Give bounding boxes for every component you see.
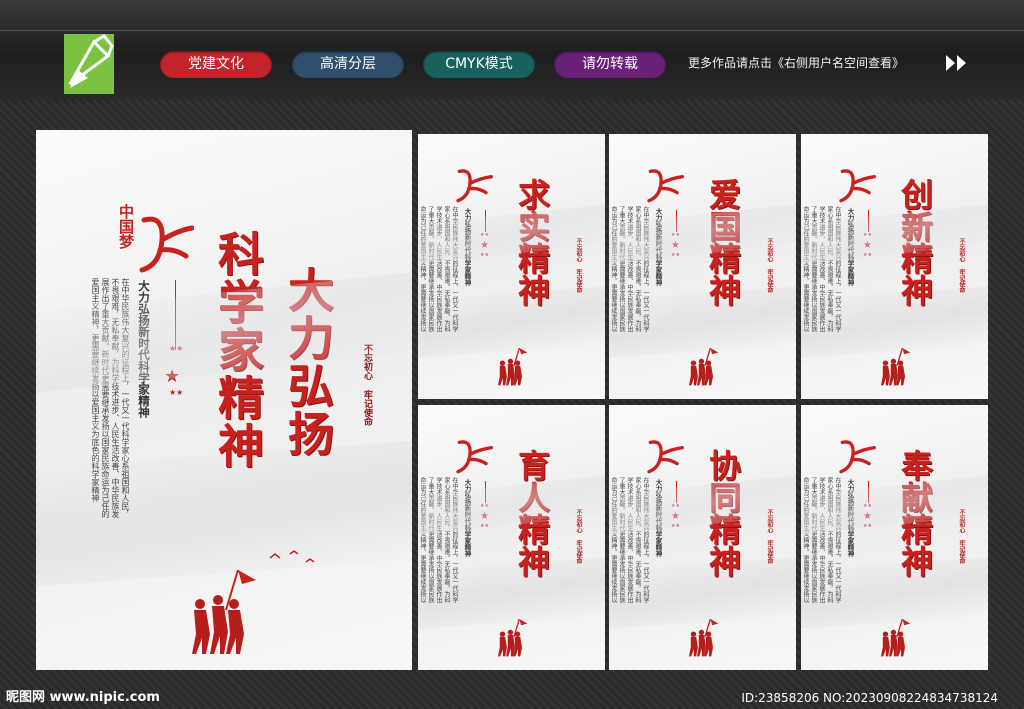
panel-title: 求实精神 <box>513 178 551 306</box>
panel-motto: 不忘初心 牢记使命 <box>766 509 773 564</box>
divider-line <box>175 280 176 350</box>
china-dream-logo-icon <box>839 169 876 203</box>
top-banner: 党建文化 高清分层 CMYK模式 请勿转载 更多作品请点击《右侧用户名空间查看》 <box>0 0 1024 100</box>
star-icon: ★★ <box>863 523 872 529</box>
main-title-line1: 大力弘扬 <box>281 266 335 458</box>
birds-icon <box>269 550 315 563</box>
tag-no-repost[interactable]: 请勿转载 <box>554 51 666 78</box>
panel-body-text: 在中华民族伟大复兴的征程上，一代又一代科学家心系祖国和人民，不畏艰难，无私奉献，… <box>610 206 649 332</box>
star-icon: ★★ <box>671 523 680 529</box>
big-star-icon: ★ <box>164 366 181 387</box>
banner-divider <box>0 30 1024 31</box>
big-star-icon: ★ <box>863 240 872 251</box>
pen-logo-icon <box>64 34 114 94</box>
divider-line <box>676 210 677 232</box>
tag-party-culture[interactable]: 党建文化 <box>160 51 272 78</box>
main-motto: 不忘初心 牢记使命 <box>362 344 372 426</box>
china-dream-logo-icon <box>647 169 684 203</box>
star-icon: ★★ <box>863 503 872 509</box>
panel-motto: 不忘初心 牢记使命 <box>958 238 965 293</box>
divider-line <box>868 481 869 503</box>
big-star-icon: ★ <box>671 240 680 251</box>
panel-body-text: 在中华民族伟大复兴的征程上，一代又一代科学家心系祖国和人民，不畏艰难，无私奉献，… <box>610 477 649 603</box>
big-star-icon: ★ <box>671 511 680 522</box>
more-works-note[interactable]: 更多作品请点击《右侧用户名空间查看》 <box>688 54 904 71</box>
china-dream-logo-icon <box>139 216 194 273</box>
star-icon: ★★ <box>480 523 489 529</box>
china-dream-logo-icon <box>456 440 493 474</box>
panel-title: 协同精神 <box>704 449 742 577</box>
star-icon: ★★ <box>480 252 489 258</box>
main-title-line2: 科学家精神 <box>211 230 265 470</box>
star-icon: ★★ <box>863 232 872 238</box>
panel-subtitle: 大力弘扬新时代科学家精神 <box>463 208 471 286</box>
divider-line <box>485 210 486 232</box>
marching-figures-icon <box>689 619 719 657</box>
poster-panel: 在中华民族伟大复兴的征程上，一代又一代科学家心系祖国和人民，不畏艰难，无私奉献，… <box>418 134 605 399</box>
star-icon: ★★ <box>480 503 489 509</box>
panel-title: 创新精神 <box>896 178 934 306</box>
panel-motto: 不忘初心 牢记使命 <box>766 238 773 293</box>
main-body-text: 在中华民族伟大复兴的征程上，一代又一代科学家心系祖国和人民，不畏艰难，无私奉献，… <box>91 278 130 518</box>
panel-motto: 不忘初心 牢记使命 <box>958 509 965 564</box>
site-watermark: 昵图网 www.nipic.com <box>6 690 160 705</box>
tag-cmyk[interactable]: CMYK模式 <box>423 51 535 78</box>
tag-hd-layers[interactable]: 高清分层 <box>292 51 404 78</box>
panel-title: 奉献精神 <box>896 449 934 577</box>
panel-motto: 不忘初心 牢记使命 <box>575 509 582 564</box>
panel-title: 爱国精神 <box>704 178 742 306</box>
panel-subtitle: 大力弘扬新时代科学家精神 <box>846 208 854 286</box>
big-star-icon: ★ <box>863 511 872 522</box>
star-icon: ★★ <box>671 503 680 509</box>
marching-figures-icon <box>689 348 719 386</box>
panel-subtitle: 大力弘扬新时代科学家精神 <box>463 479 471 557</box>
marching-figures-icon <box>498 619 528 657</box>
divider-line <box>485 481 486 503</box>
main-subtitle: 大力弘扬新时代科学家精神 <box>137 280 151 418</box>
panel-subtitle: 大力弘扬新时代科学家精神 <box>654 479 662 557</box>
panel-body-text: 在中华民族伟大复兴的征程上，一代又一代科学家心系祖国和人民，不畏艰难，无私奉献，… <box>419 477 458 603</box>
panel-body-text: 在中华民族伟大复兴的征程上，一代又一代科学家心系祖国和人民，不畏艰难，无私奉献，… <box>802 206 841 332</box>
poster-panel: 在中华民族伟大复兴的征程上，一代又一代科学家心系祖国和人民，不畏艰难，无私奉献，… <box>609 134 796 399</box>
marching-figures-icon <box>192 570 256 654</box>
big-star-icon: ★ <box>480 511 489 522</box>
panel-body-text: 在中华民族伟大复兴的征程上，一代又一代科学家心系祖国和人民，不畏艰难，无私奉献，… <box>419 206 458 332</box>
divider-line <box>676 481 677 503</box>
china-dream-logo-icon <box>456 169 493 203</box>
poster-panel: 在中华民族伟大复兴的征程上，一代又一代科学家心系祖国和人民，不畏艰难，无私奉献，… <box>801 405 988 670</box>
star-icon: ★★ <box>863 252 872 258</box>
divider-line <box>868 210 869 232</box>
panel-title: 育人精神 <box>513 449 551 577</box>
main-poster: 中国梦 在中华民族伟大复兴的征程上，一代又一代科学家心系祖国和人民，不畏艰难，无… <box>36 130 412 670</box>
big-star-icon: ★ <box>480 240 489 251</box>
panel-motto: 不忘初心 牢记使命 <box>575 238 582 293</box>
star-icon: ★★ <box>671 232 680 238</box>
china-dream-logo-icon <box>647 440 684 474</box>
marching-figures-icon <box>881 348 911 386</box>
star-icon: ★★ <box>169 388 184 397</box>
china-dream-logo-icon <box>839 440 876 474</box>
star-icon: ★★ <box>671 252 680 258</box>
poster-panel: 在中华民族伟大复兴的征程上，一代又一代科学家心系祖国和人民，不畏艰难，无私奉献，… <box>801 134 988 399</box>
panel-subtitle: 大力弘扬新时代科学家精神 <box>654 208 662 286</box>
star-icon: ★★ <box>169 344 184 353</box>
star-icon: ★★ <box>480 232 489 238</box>
panel-subtitle: 大力弘扬新时代科学家精神 <box>846 479 854 557</box>
marching-figures-icon <box>881 619 911 657</box>
poster-panel: 在中华民族伟大复兴的征程上，一代又一代科学家心系祖国和人民，不畏艰难，无私奉献，… <box>418 405 605 670</box>
double-chevron-right-icon[interactable] <box>944 54 970 72</box>
image-id-text: ID:23858206 NO:20230908224834738124 <box>741 691 998 705</box>
poster-panel: 在中华民族伟大复兴的征程上，一代又一代科学家心系祖国和人民，不畏艰难，无私奉献，… <box>609 405 796 670</box>
panel-body-text: 在中华民族伟大复兴的征程上，一代又一代科学家心系祖国和人民，不畏艰难，无私奉献，… <box>802 477 841 603</box>
marching-figures-icon <box>498 348 528 386</box>
